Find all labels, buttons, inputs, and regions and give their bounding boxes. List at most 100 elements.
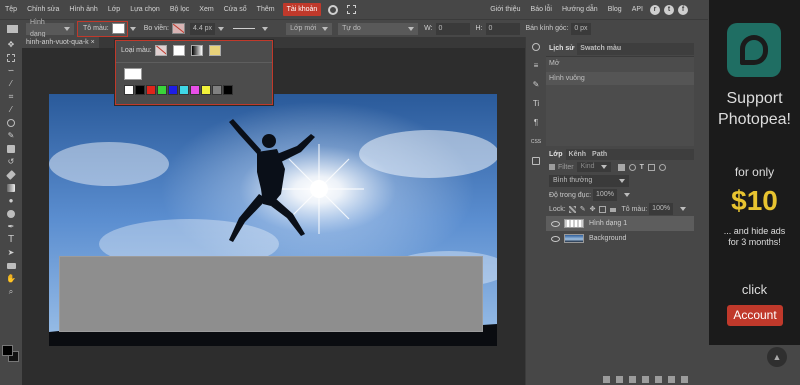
height-field[interactable]: 0 — [485, 22, 520, 35]
type-tool-icon[interactable]: T — [0, 233, 22, 246]
search-icon[interactable] — [328, 4, 339, 15]
eyedropper-icon[interactable]: ⁄ — [0, 103, 22, 116]
delete-layer-icon[interactable] — [681, 375, 688, 383]
filter-smart-icon[interactable] — [658, 163, 666, 171]
character-icon[interactable]: Ti — [526, 94, 546, 113]
palette-swatch[interactable] — [135, 85, 145, 95]
fill-color-control[interactable]: Tô màu: — [77, 20, 128, 37]
gray-rectangle-shape[interactable] — [59, 256, 483, 332]
dodge-tool-icon[interactable] — [0, 207, 22, 220]
filter-adjust-icon[interactable] — [628, 163, 636, 171]
history-brush-icon[interactable]: ↺ — [0, 155, 22, 168]
marquee-tool-icon[interactable] — [0, 51, 22, 64]
menu-image[interactable]: Hình ảnh — [64, 0, 102, 19]
radius-field[interactable]: 0 px — [571, 22, 592, 35]
lock-artboard-icon[interactable] — [599, 205, 607, 213]
layer-mode-select[interactable]: Lớp mới — [286, 22, 333, 35]
eraser-tool-icon[interactable] — [0, 168, 22, 181]
lock-transparency-icon[interactable] — [568, 205, 576, 213]
menu-view[interactable]: Xem — [194, 0, 218, 19]
opacity-field[interactable]: 100% — [593, 189, 617, 201]
info-icon[interactable] — [526, 37, 546, 56]
fill-type-pattern[interactable] — [208, 45, 221, 56]
css-icon[interactable]: CSS — [526, 132, 546, 151]
hand-tool-icon[interactable]: ✋ — [0, 272, 22, 285]
menu-file[interactable]: Tệp — [0, 0, 22, 19]
paragraph-icon[interactable]: ¶ — [526, 113, 546, 132]
menu-api[interactable]: API — [627, 0, 648, 19]
lock-pixels-icon[interactable]: ✎ — [580, 205, 586, 213]
lock-all-icon[interactable] — [610, 206, 617, 212]
layer-row[interactable]: Background — [546, 231, 694, 246]
width-field[interactable]: 0 — [435, 22, 470, 35]
menu-more[interactable]: Thêm — [252, 0, 280, 19]
layer-fill-arrow[interactable] — [680, 207, 687, 211]
new-layer-icon[interactable] — [668, 375, 675, 383]
palette-swatch[interactable] — [146, 85, 156, 95]
crop-tool-icon[interactable]: ⌗ — [0, 90, 22, 103]
adjustment-layer-icon[interactable] — [642, 375, 649, 383]
fullscreen-icon[interactable] — [347, 5, 357, 14]
close-icon[interactable]: × — [91, 39, 95, 46]
menu-blog[interactable]: Blog — [603, 0, 627, 19]
layer-fill-field[interactable]: 100% — [649, 203, 674, 215]
properties-icon[interactable]: ≡ — [526, 56, 546, 75]
palette-swatch[interactable] — [201, 85, 211, 95]
filter-kind-select[interactable]: Kind — [576, 162, 611, 172]
menu-layer[interactable]: Lớp — [103, 0, 125, 19]
palette-swatch[interactable] — [168, 85, 178, 95]
filter-pixel-icon[interactable] — [617, 163, 625, 171]
tab-swatches[interactable]: Swatch màu — [577, 43, 624, 55]
palette-swatch[interactable] — [179, 85, 189, 95]
tab-channels[interactable]: Kênh — [566, 149, 590, 161]
healing-brush-icon[interactable] — [0, 116, 22, 129]
brush-tool-icon[interactable]: ✎ — [0, 129, 22, 142]
move-tool-icon[interactable]: ✥ — [0, 38, 22, 51]
workspace[interactable] — [22, 48, 525, 385]
stroke-swatch[interactable] — [171, 23, 185, 34]
stroke-style-line[interactable] — [233, 28, 256, 29]
pen-tool-icon[interactable]: ✒ — [0, 220, 22, 233]
eye-icon[interactable] — [551, 220, 560, 227]
lasso-tool-icon[interactable]: ∽ — [0, 64, 22, 77]
stroke-width-arrow[interactable] — [218, 26, 225, 31]
stroke-width-field[interactable]: 4.4 px — [189, 22, 216, 35]
history-item-open[interactable]: Mở — [546, 57, 694, 70]
current-fill-color[interactable] — [124, 68, 142, 80]
add-mask-icon[interactable] — [629, 375, 636, 383]
color-swatches[interactable] — [2, 345, 20, 363]
menu-select[interactable]: Lựa chọn — [125, 0, 165, 19]
menu-report-bug[interactable]: Báo lỗi — [526, 0, 557, 19]
link-layers-icon[interactable] — [603, 375, 610, 383]
shape-mode-select[interactable]: Hình dạng — [26, 19, 74, 38]
blur-tool-icon[interactable]: ● — [0, 194, 22, 207]
foreground-color[interactable] — [2, 345, 13, 356]
image-icon[interactable] — [526, 151, 546, 170]
fill-type-gradient[interactable] — [190, 45, 203, 56]
ad-panel[interactable]: Support Photopea! for only $10 ... and h… — [709, 0, 800, 345]
menu-account[interactable]: Tài khoản — [282, 3, 322, 16]
menu-filter[interactable]: Bộ lọc — [165, 0, 194, 19]
free-mode-select[interactable]: Tự do — [338, 22, 419, 35]
reddit-icon[interactable]: r — [650, 4, 660, 15]
facebook-icon[interactable]: f — [678, 4, 688, 15]
gradient-tool-icon[interactable] — [0, 181, 22, 194]
new-group-icon[interactable] — [655, 375, 662, 383]
stroke-style-arrow[interactable] — [262, 26, 269, 31]
menu-about[interactable]: Giới thiệu — [485, 0, 525, 19]
fill-type-none[interactable] — [154, 45, 167, 56]
magic-wand-icon[interactable]: ⁄ — [0, 77, 22, 90]
brush-settings-icon[interactable]: ✎ — [526, 75, 546, 94]
layer-effects-icon[interactable] — [616, 375, 623, 383]
ad-account-button[interactable]: Account — [727, 305, 783, 326]
chevron-up-icon[interactable]: ▲ — [767, 347, 787, 367]
tab-layers[interactable]: Lớp — [546, 148, 566, 161]
fill-type-solid[interactable] — [172, 45, 185, 56]
fill-swatch[interactable] — [111, 23, 125, 34]
history-item-rectangle[interactable]: Hình vuông — [546, 72, 694, 85]
path-select-icon[interactable]: ➤ — [0, 246, 22, 259]
shape-tool-icon[interactable] — [0, 259, 22, 272]
menu-tutorial[interactable]: Hướng dẫn — [557, 0, 603, 19]
document-tab[interactable]: hinh-anh-vuot-qua-k × — [22, 37, 99, 48]
layer-row[interactable]: Hình dạng 1 — [546, 216, 694, 231]
